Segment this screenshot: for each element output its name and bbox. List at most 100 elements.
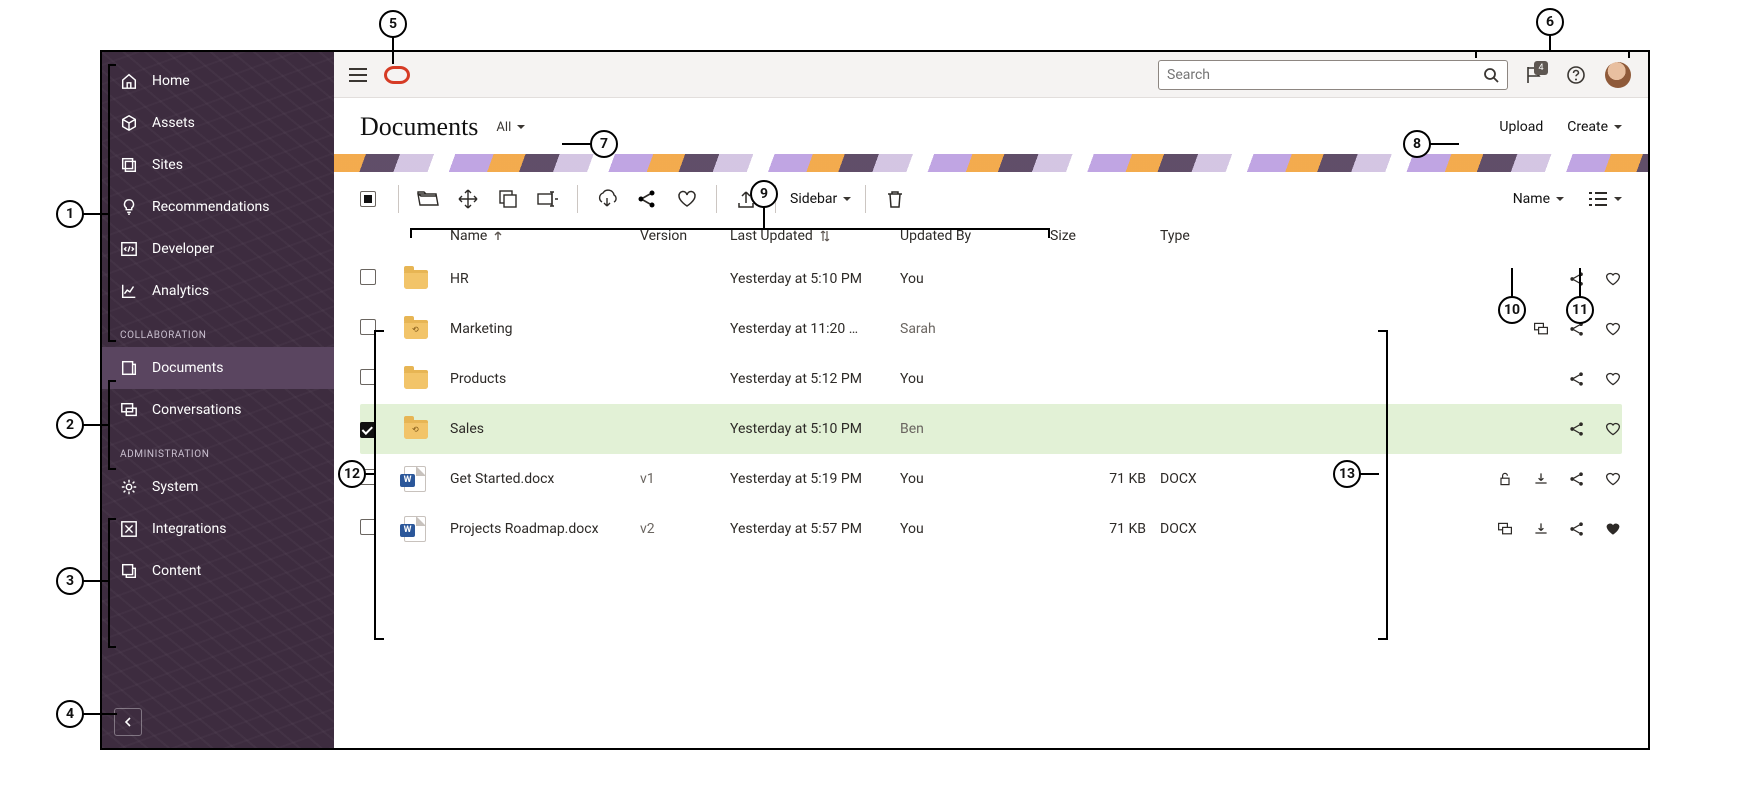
col-type[interactable]: Type xyxy=(1160,228,1280,244)
sidebar-panel-dropdown[interactable]: Sidebar xyxy=(790,191,851,207)
sidebar-item-label: Sites xyxy=(152,157,183,173)
row-name: Get Started.docx xyxy=(450,471,640,487)
share-link-button[interactable] xyxy=(632,184,662,214)
copy-button[interactable] xyxy=(493,184,523,214)
row-checkbox[interactable] xyxy=(360,519,376,535)
row-download-button[interactable] xyxy=(1532,520,1550,538)
table-row[interactable]: ⟲ Sales Yesterday at 5:10 PM Ben xyxy=(360,404,1622,454)
fav-icon xyxy=(1605,321,1621,337)
col-name[interactable]: Name xyxy=(450,228,640,244)
notifications-button[interactable]: 4 xyxy=(1518,59,1550,91)
sidebar-item-assets[interactable]: Assets xyxy=(102,102,334,144)
user-menu[interactable] xyxy=(1602,59,1634,91)
row-share-button[interactable] xyxy=(1568,270,1586,288)
row-share-button[interactable] xyxy=(1568,470,1586,488)
sidebar-item-documents[interactable]: Documents xyxy=(102,347,334,389)
col-size[interactable]: Size xyxy=(1050,228,1160,244)
code-icon xyxy=(120,240,138,258)
avatar-icon xyxy=(1605,62,1631,88)
upload-icon-button[interactable] xyxy=(731,184,761,214)
move-icon xyxy=(458,189,478,209)
filter-dropdown[interactable]: All xyxy=(496,120,525,135)
row-share-button[interactable] xyxy=(1568,520,1586,538)
col-version[interactable]: Version xyxy=(640,228,730,244)
row-updated: Yesterday at 5:10 PM xyxy=(730,271,900,287)
row-checkbox[interactable] xyxy=(360,269,376,285)
col-updated[interactable]: Last Updated xyxy=(730,228,900,244)
table-row[interactable]: HR Yesterday at 5:10 PM You xyxy=(360,254,1622,304)
open-button[interactable] xyxy=(413,184,443,214)
row-fav-on-button[interactable] xyxy=(1604,520,1622,538)
sidebar-item-recommendations[interactable]: Recommendations xyxy=(102,186,334,228)
sidebar-item-label: Content xyxy=(152,563,201,579)
column-headers: Name Version Last Updated Updated By Siz… xyxy=(334,226,1648,254)
select-all-checkbox[interactable] xyxy=(360,191,376,207)
theme-stripe xyxy=(334,154,1648,172)
sidebar-item-conversations[interactable]: Conversations xyxy=(102,389,334,431)
row-lock-button[interactable] xyxy=(1496,470,1514,488)
table-row[interactable]: W Projects Roadmap.docx v2 Yesterday at … xyxy=(360,504,1622,554)
delete-button[interactable] xyxy=(880,184,910,214)
sidebar-item-integrations[interactable]: Integrations xyxy=(102,508,334,550)
col-by[interactable]: Updated By xyxy=(900,228,1050,244)
sidebar-item-home[interactable]: Home xyxy=(102,60,334,102)
chevron-left-icon xyxy=(123,717,133,727)
row-fav-button[interactable] xyxy=(1604,320,1622,338)
row-download-button[interactable] xyxy=(1532,470,1550,488)
row-checkbox[interactable] xyxy=(360,319,376,335)
sort-dropdown[interactable]: Name xyxy=(1513,191,1564,207)
row-updated: Yesterday at 5:19 PM xyxy=(730,471,900,487)
plug-icon xyxy=(120,520,138,538)
folder-icon xyxy=(404,370,428,389)
sidebar-item-label: System xyxy=(152,479,198,495)
row-actions xyxy=(1280,270,1622,288)
sidebar-item-label: Recommendations xyxy=(152,199,270,215)
table-row[interactable]: ⟲ Marketing Yesterday at 11:20 … Sarah xyxy=(360,304,1622,354)
bulb-icon xyxy=(120,198,138,216)
row-checkbox[interactable] xyxy=(360,369,376,385)
row-share-button[interactable] xyxy=(1568,420,1586,438)
row-updated: Yesterday at 5:12 PM xyxy=(730,371,900,387)
create-dropdown[interactable]: Create xyxy=(1567,119,1622,135)
collapse-sidebar-button[interactable] xyxy=(114,708,142,736)
row-fav-button[interactable] xyxy=(1604,470,1622,488)
row-fav-button[interactable] xyxy=(1604,420,1622,438)
brand-logo xyxy=(384,66,410,84)
table-row[interactable]: Products Yesterday at 5:12 PM You xyxy=(360,354,1622,404)
row-fav-button[interactable] xyxy=(1604,370,1622,388)
sidebar-item-system[interactable]: System xyxy=(102,466,334,508)
sidebar-item-label: Home xyxy=(152,73,190,89)
section-collaboration: COLLABORATION xyxy=(102,312,334,347)
fav-icon xyxy=(1605,271,1621,287)
sort-label: Name xyxy=(1513,191,1550,207)
row-actions xyxy=(1280,520,1622,538)
sidebar-item-analytics[interactable]: Analytics xyxy=(102,270,334,312)
search-box[interactable] xyxy=(1158,60,1508,90)
row-checkbox[interactable] xyxy=(360,422,376,438)
row-actions xyxy=(1280,420,1622,438)
move-button[interactable] xyxy=(453,184,483,214)
sidebar-item-developer[interactable]: Developer xyxy=(102,228,334,270)
fav-icon xyxy=(1605,421,1621,437)
rename-button[interactable] xyxy=(533,184,563,214)
row-checkbox[interactable] xyxy=(360,469,376,485)
sidebar-item-content[interactable]: Content xyxy=(102,550,334,592)
row-share-button[interactable] xyxy=(1568,320,1586,338)
row-conv-button[interactable] xyxy=(1532,320,1550,338)
docx-icon: W xyxy=(404,516,426,542)
row-conv-button[interactable] xyxy=(1496,520,1514,538)
download-button[interactable] xyxy=(592,184,622,214)
search-input[interactable] xyxy=(1167,67,1483,83)
favorite-button[interactable] xyxy=(672,184,702,214)
menu-button[interactable] xyxy=(342,59,374,91)
row-fav-button[interactable] xyxy=(1604,270,1622,288)
row-updated: Yesterday at 5:57 PM xyxy=(730,521,900,537)
section-administration: ADMINISTRATION xyxy=(102,431,334,466)
table-row[interactable]: W Get Started.docx v1 Yesterday at 5:19 … xyxy=(360,454,1622,504)
help-button[interactable] xyxy=(1560,59,1592,91)
row-share-button[interactable] xyxy=(1568,370,1586,388)
fav-on-icon xyxy=(1605,521,1621,537)
view-mode-dropdown[interactable] xyxy=(1588,191,1622,207)
sidebar-item-sites[interactable]: Sites xyxy=(102,144,334,186)
upload-button[interactable]: Upload xyxy=(1499,119,1543,135)
